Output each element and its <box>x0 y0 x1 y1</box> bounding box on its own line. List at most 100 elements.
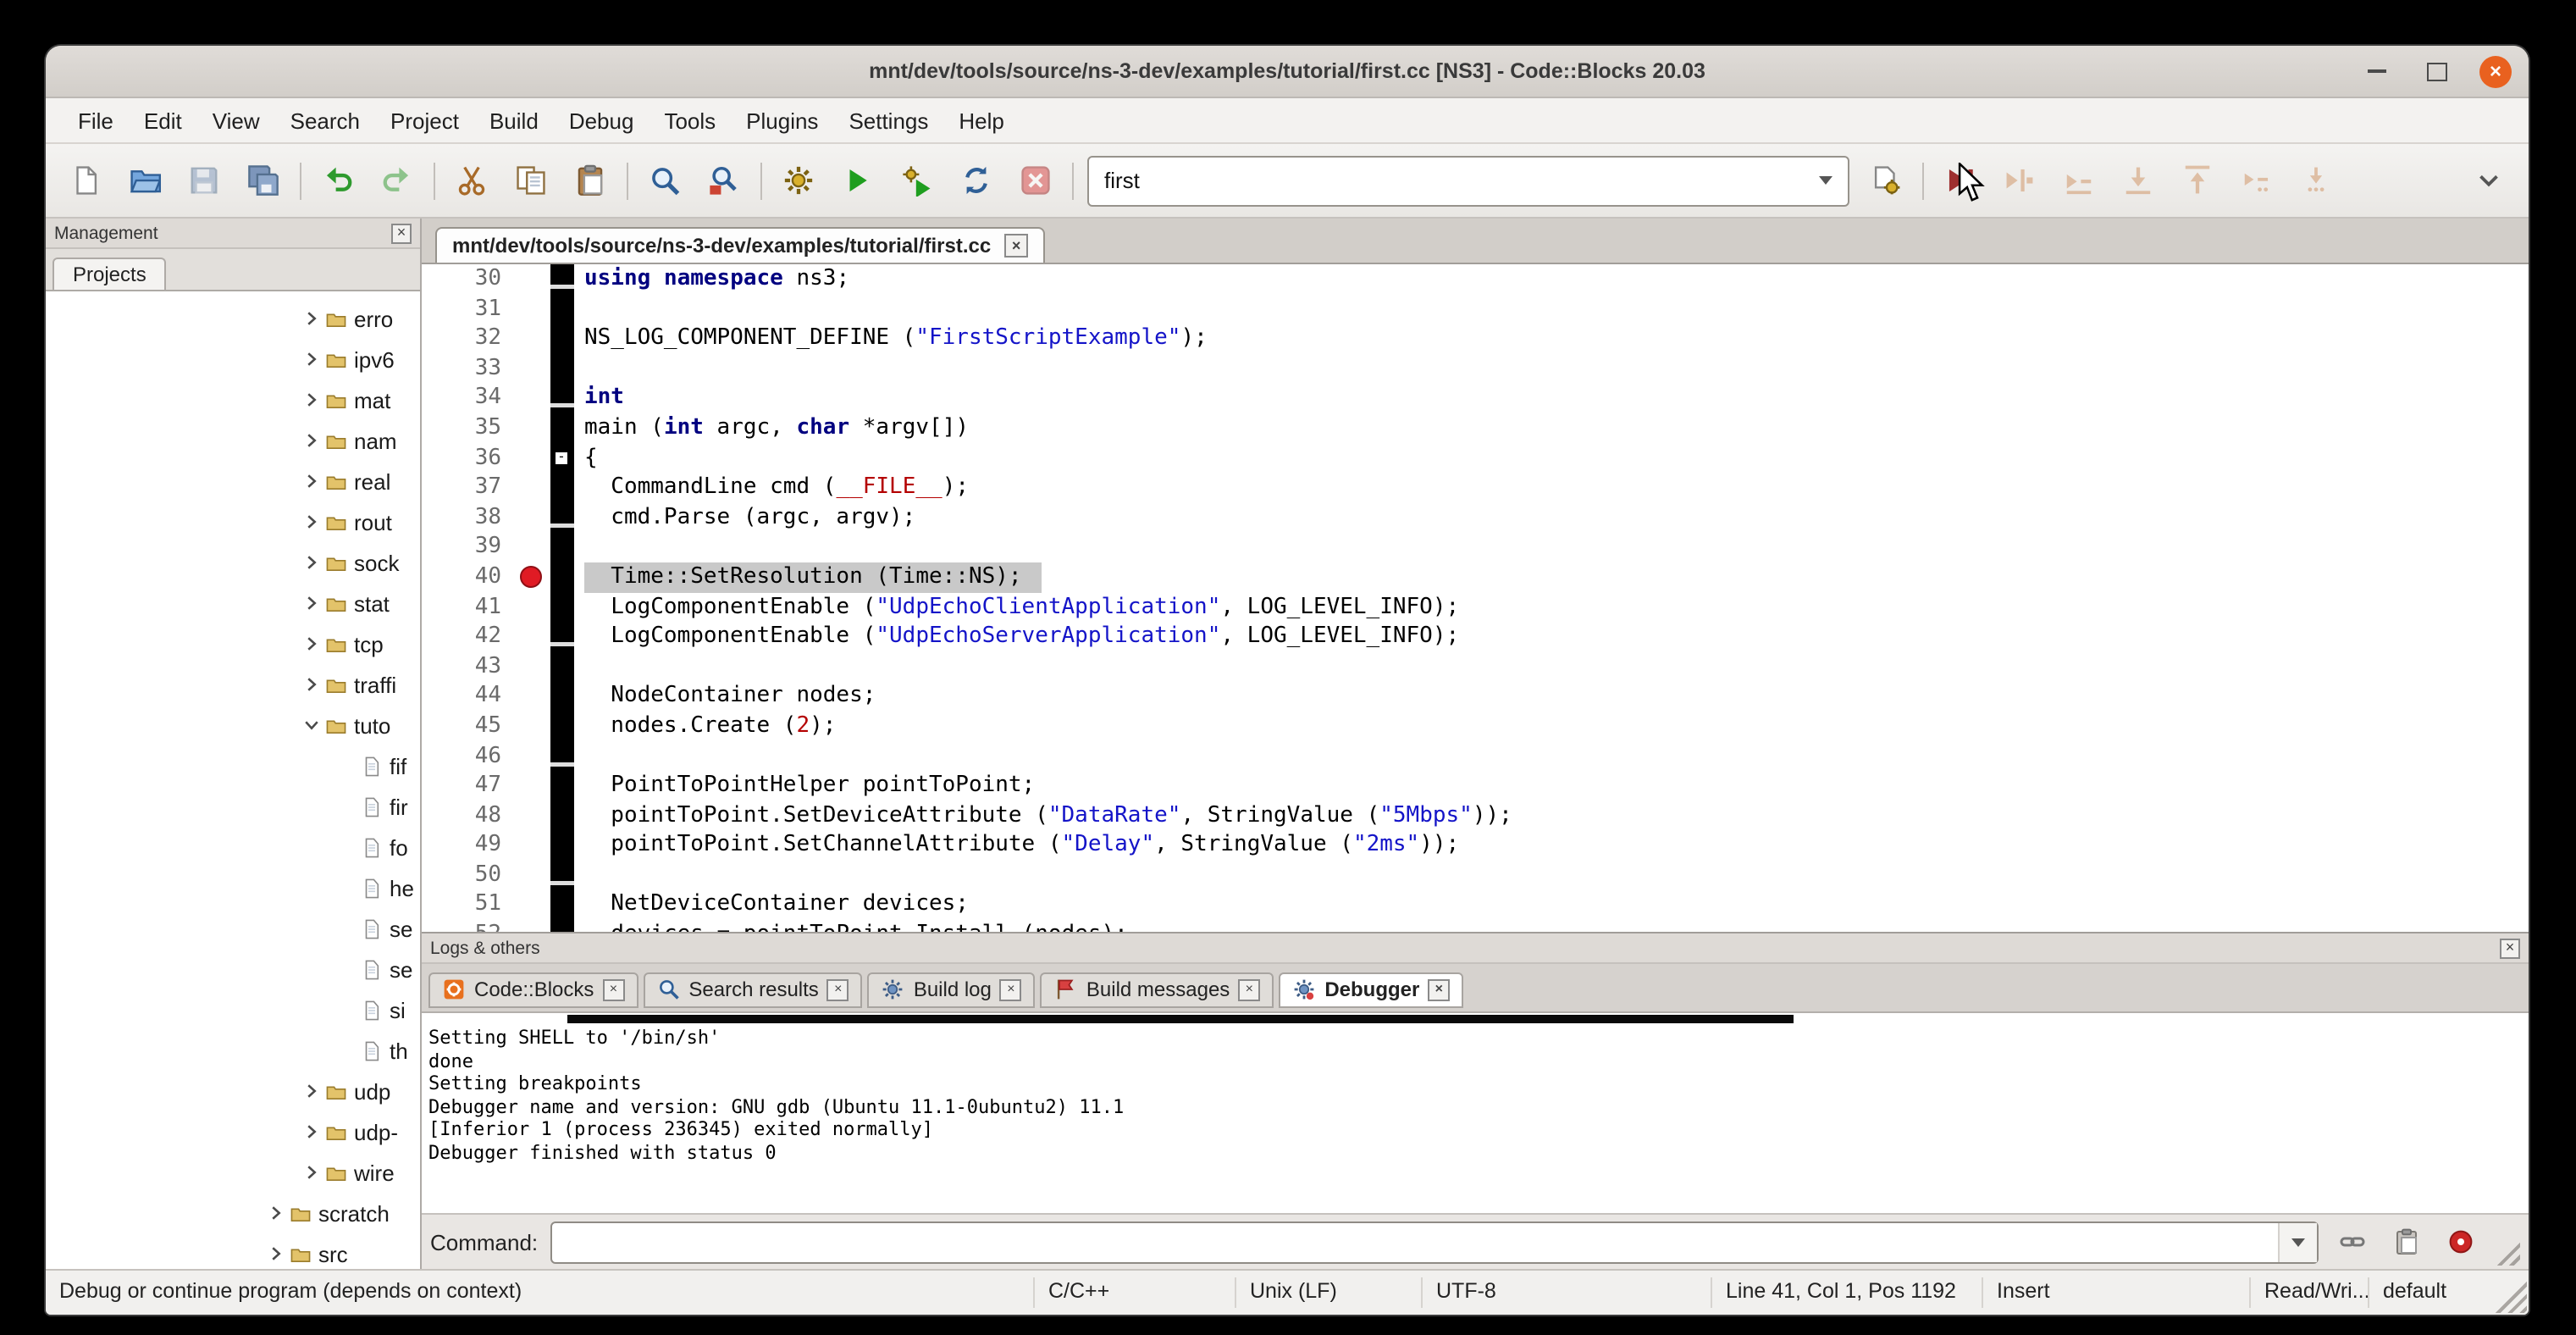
save-button[interactable] <box>181 158 227 203</box>
breakpoint-margin[interactable] <box>517 831 550 861</box>
log-tab-search-results[interactable]: Search results× <box>643 972 862 1007</box>
copy-button[interactable] <box>508 158 554 203</box>
breakpoint-margin[interactable] <box>517 533 550 562</box>
chevron-right-icon[interactable] <box>301 471 323 491</box>
next-line-button[interactable] <box>2056 158 2102 203</box>
tab-close-icon[interactable]: × <box>827 978 849 1000</box>
tree-item[interactable]: real <box>46 461 420 501</box>
breakpoint-margin[interactable] <box>517 443 550 473</box>
step-out-button[interactable] <box>2175 158 2220 203</box>
menu-item-project[interactable]: Project <box>375 102 474 138</box>
chevron-down-icon[interactable] <box>301 715 323 735</box>
new-file-button[interactable] <box>63 158 108 203</box>
command-input[interactable] <box>550 1221 2319 1263</box>
tree-item[interactable]: nam <box>46 420 420 461</box>
tree-item[interactable]: tuto <box>46 705 420 745</box>
breakpoint-margin[interactable] <box>517 473 550 502</box>
build-and-run-button[interactable] <box>894 158 940 203</box>
breakpoint-margin[interactable] <box>517 413 550 443</box>
code-line[interactable]: 46 <box>422 741 2529 771</box>
chevron-right-icon[interactable] <box>301 1122 323 1142</box>
code-line[interactable]: 51 NetDeviceContainer devices; <box>422 890 2529 920</box>
tab-close-icon[interactable]: × <box>1000 978 1022 1000</box>
code-line[interactable]: 43 <box>422 651 2529 681</box>
code-line[interactable]: 30using namespace ns3; <box>422 264 2529 294</box>
chevron-right-icon[interactable] <box>301 674 323 695</box>
tree-item[interactable]: se <box>46 908 420 949</box>
breakpoint-margin[interactable] <box>517 324 550 353</box>
debugger-log-output[interactable]: Setting SHELL to '/bin/sh'doneSetting br… <box>422 1013 2529 1215</box>
tree-item[interactable]: fif <box>46 745 420 786</box>
chevron-right-icon[interactable] <box>266 1203 288 1223</box>
menu-item-view[interactable]: View <box>197 102 275 138</box>
code-line[interactable]: 41 LogComponentEnable ("UdpEchoClientApp… <box>422 592 2529 622</box>
tree-item[interactable]: fir <box>46 786 420 827</box>
tree-item[interactable]: traffi <box>46 664 420 705</box>
code-line[interactable]: 47 PointToPointHelper pointToPoint; <box>422 771 2529 800</box>
build-target-select[interactable]: first <box>1087 155 1849 206</box>
code-line[interactable]: 35main (int argc, char *argv[]) <box>422 413 2529 443</box>
close-button[interactable]: × <box>2479 55 2512 87</box>
breakpoint-margin[interactable] <box>517 741 550 771</box>
tree-item[interactable]: si <box>46 989 420 1030</box>
breakpoint-margin[interactable] <box>517 592 550 622</box>
code-line[interactable]: 40 Time::SetResolution (Time::NS); <box>422 562 2529 592</box>
breakpoint-margin[interactable] <box>517 354 550 384</box>
menu-item-tools[interactable]: Tools <box>649 102 731 138</box>
breakpoint-margin[interactable] <box>517 622 550 651</box>
log-tab-code-blocks[interactable]: Code::Blocks× <box>428 972 638 1007</box>
tree-item[interactable]: sock <box>46 542 420 583</box>
tree-item[interactable]: src <box>46 1233 420 1269</box>
code-line[interactable]: 39 <box>422 533 2529 562</box>
menu-item-help[interactable]: Help <box>943 102 1020 138</box>
chevron-down-icon[interactable] <box>1819 176 1832 191</box>
menu-item-file[interactable]: File <box>63 102 129 138</box>
rebuild-button[interactable] <box>954 158 999 203</box>
menu-item-build[interactable]: Build <box>474 102 554 138</box>
tree-item[interactable]: stat <box>46 583 420 623</box>
find-button[interactable] <box>642 158 688 203</box>
copy-log-button[interactable] <box>2385 1221 2427 1263</box>
save-all-button[interactable] <box>240 158 286 203</box>
breakpoint-margin[interactable] <box>517 861 550 890</box>
tree-item[interactable]: udp <box>46 1071 420 1111</box>
tree-item[interactable]: ipv6 <box>46 339 420 379</box>
replace-button[interactable] <box>701 158 747 203</box>
undo-button[interactable] <box>315 158 361 203</box>
chevron-right-icon[interactable] <box>301 430 323 451</box>
tab-close-icon[interactable]: × <box>602 978 624 1000</box>
titlebar[interactable]: mnt/dev/tools/source/ns-3-dev/examples/t… <box>46 46 2529 98</box>
chevron-right-icon[interactable] <box>266 1244 288 1264</box>
breakpoint-margin[interactable] <box>517 503 550 533</box>
tab-close-icon[interactable]: × <box>1428 978 1450 1000</box>
code-line[interactable]: 52 devices = pointToPoint.Install (nodes… <box>422 920 2529 932</box>
resize-grip[interactable] <box>2493 1238 2520 1266</box>
maximize-button[interactable] <box>2420 55 2452 87</box>
chevron-right-icon[interactable] <box>301 552 323 573</box>
editor-tab-close-button[interactable]: × <box>1004 234 1028 258</box>
paste-button[interactable] <box>567 158 613 203</box>
menu-item-plugins[interactable]: Plugins <box>731 102 833 138</box>
menu-item-settings[interactable]: Settings <box>833 102 943 138</box>
log-tab-debugger[interactable]: Debugger× <box>1279 972 1463 1007</box>
window-resize-grip[interactable] <box>2490 1276 2527 1313</box>
abort-button[interactable] <box>1013 158 1059 203</box>
chevron-right-icon[interactable] <box>301 1162 323 1183</box>
command-dropdown-button[interactable] <box>2278 1222 2317 1261</box>
tree-item[interactable]: he <box>46 867 420 908</box>
breakpoint-margin[interactable] <box>517 562 550 592</box>
breakpoint-margin[interactable] <box>517 294 550 324</box>
redo-button[interactable] <box>374 158 420 203</box>
code-line[interactable]: 36-{ <box>422 443 2529 473</box>
log-tab-build-messages[interactable]: Build messages× <box>1041 972 1274 1007</box>
tree-item[interactable]: tcp <box>46 623 420 664</box>
breakpoint-margin[interactable] <box>517 651 550 681</box>
breakpoint-margin[interactable] <box>517 384 550 413</box>
tree-item[interactable]: fo <box>46 827 420 867</box>
chevron-right-icon[interactable] <box>301 593 323 613</box>
build-button[interactable] <box>776 158 821 203</box>
code-line[interactable]: 31 <box>422 294 2529 324</box>
tree-item[interactable]: se <box>46 949 420 989</box>
chevron-right-icon[interactable] <box>301 390 323 410</box>
code-line[interactable]: 32NS_LOG_COMPONENT_DEFINE ("FirstScriptE… <box>422 324 2529 353</box>
